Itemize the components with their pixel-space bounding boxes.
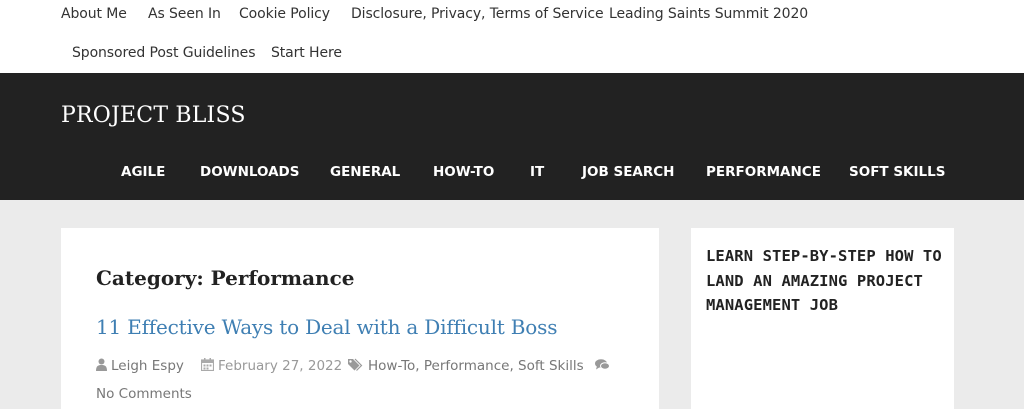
top-nav-leading-saints[interactable]: Leading Saints Summit 2020 — [609, 6, 808, 22]
category-link-how-to[interactable]: How-To — [368, 358, 415, 374]
post-categories: How-To, Performance, Soft Skills — [348, 358, 584, 375]
sidebar-widget-title: LEARN STEP-BY-STEP HOW TO LAND AN AMAZIN… — [706, 247, 942, 314]
tags-icon — [348, 358, 364, 375]
archive-title: Category: Performance — [96, 266, 355, 290]
main-nav-job-search[interactable]: JOB SEARCH — [582, 164, 674, 180]
top-nav-disclosure[interactable]: Disclosure, Privacy, Terms of Service — [351, 6, 604, 22]
top-nav-start-here[interactable]: Start Here — [271, 45, 342, 61]
user-icon — [96, 358, 107, 375]
top-navigation: About Me As Seen In Cookie Policy Disclo… — [0, 0, 1024, 73]
site-title[interactable]: PROJECT BLISS — [61, 103, 246, 128]
category-link-soft-skills[interactable]: Soft Skills — [518, 358, 584, 374]
main-nav-soft-skills[interactable]: SOFT SKILLS — [849, 164, 945, 180]
main-nav-how-to[interactable]: HOW-TO — [433, 164, 494, 180]
post-comments: No Comments — [96, 386, 192, 402]
sidebar: LEARN STEP-BY-STEP HOW TO LAND AN AMAZIN… — [691, 228, 954, 409]
main-nav-downloads[interactable]: DOWNLOADS — [200, 164, 299, 180]
top-nav-as-seen-in[interactable]: As Seen In — [148, 6, 221, 22]
main-nav-agile[interactable]: AGILE — [121, 164, 165, 180]
calendar-icon — [200, 358, 215, 375]
post-date-wrap: February 27, 2022 — [200, 358, 343, 375]
main-nav-performance[interactable]: PERFORMANCE — [706, 164, 821, 180]
site-header: PROJECT BLISS AGILE DOWNLOADS GENERAL HO… — [0, 73, 1024, 200]
top-nav-cookie-policy[interactable]: Cookie Policy — [239, 6, 330, 22]
post-date: February 27, 2022 — [218, 358, 343, 374]
top-nav-sponsored-post[interactable]: Sponsored Post Guidelines — [72, 45, 255, 61]
content-area: Category: Performance 11 Effective Ways … — [61, 228, 659, 409]
main-nav-general[interactable]: GENERAL — [330, 164, 400, 180]
post-meta: Leigh Espy — [96, 358, 184, 375]
comments-icon-wrap — [595, 358, 614, 375]
main-nav-it[interactable]: IT — [530, 164, 544, 180]
post-author-link[interactable]: Leigh Espy — [111, 358, 184, 374]
post-title-link[interactable]: 11 Effective Ways to Deal with a Difficu… — [96, 315, 557, 339]
comments-icon[interactable] — [595, 359, 610, 375]
top-nav-about-me[interactable]: About Me — [61, 6, 127, 22]
comments-link[interactable]: No Comments — [96, 386, 192, 402]
category-link-performance[interactable]: Performance — [424, 358, 510, 374]
